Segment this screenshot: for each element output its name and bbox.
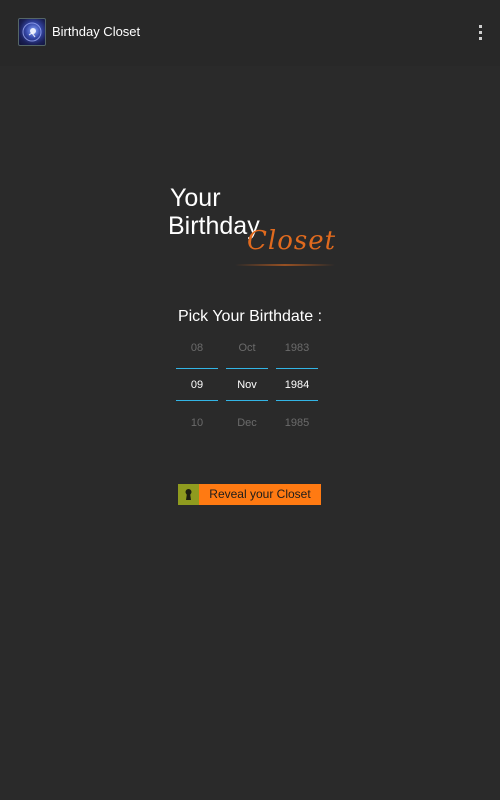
reveal-closet-label: Reveal your Closet: [199, 484, 321, 505]
day-divider-bottom: [176, 400, 218, 401]
reveal-closet-button[interactable]: Reveal your Closet: [178, 484, 321, 505]
month-next-value[interactable]: Dec: [226, 416, 268, 430]
year-prev-value[interactable]: 1983: [276, 341, 318, 355]
overflow-menu-icon[interactable]: [472, 22, 488, 44]
logo-underline: [235, 264, 335, 266]
month-divider-top: [226, 368, 268, 369]
month-prev-value[interactable]: Oct: [226, 341, 268, 355]
day-selected-value[interactable]: 09: [176, 378, 218, 392]
action-bar: Birthday Closet: [0, 0, 500, 66]
month-divider-bottom: [226, 400, 268, 401]
app-title: Birthday Closet: [52, 24, 141, 39]
month-spinner[interactable]: Oct Nov Dec: [226, 336, 268, 436]
month-selected-value[interactable]: Nov: [226, 378, 268, 392]
year-spinner[interactable]: 1983 1984 1985: [276, 336, 318, 436]
day-divider-top: [176, 368, 218, 369]
picker-label: Pick Your Birthdate :: [177, 308, 323, 325]
keyhole-icon: [178, 484, 199, 505]
day-spinner[interactable]: 08 09 10: [176, 336, 218, 436]
screen: Birthday Closet Your Birthday Closet Pic…: [0, 0, 500, 800]
day-prev-value[interactable]: 08: [176, 341, 218, 355]
day-next-value[interactable]: 10: [176, 416, 218, 430]
birthdate-picker: 08 09 10 Oct Nov Dec 1983 1984 1985: [176, 336, 321, 436]
year-selected-value[interactable]: 1984: [276, 378, 318, 392]
logo-your-text: Your: [170, 184, 221, 212]
year-divider-top: [276, 368, 318, 369]
app-logo-icon[interactable]: [18, 18, 46, 46]
app-logo: Your Birthday Closet: [165, 180, 345, 275]
year-next-value[interactable]: 1985: [276, 416, 318, 430]
logo-closet-text: Closet: [247, 226, 337, 256]
year-divider-bottom: [276, 400, 318, 401]
logo-birthday-text: Birthday: [168, 212, 260, 240]
